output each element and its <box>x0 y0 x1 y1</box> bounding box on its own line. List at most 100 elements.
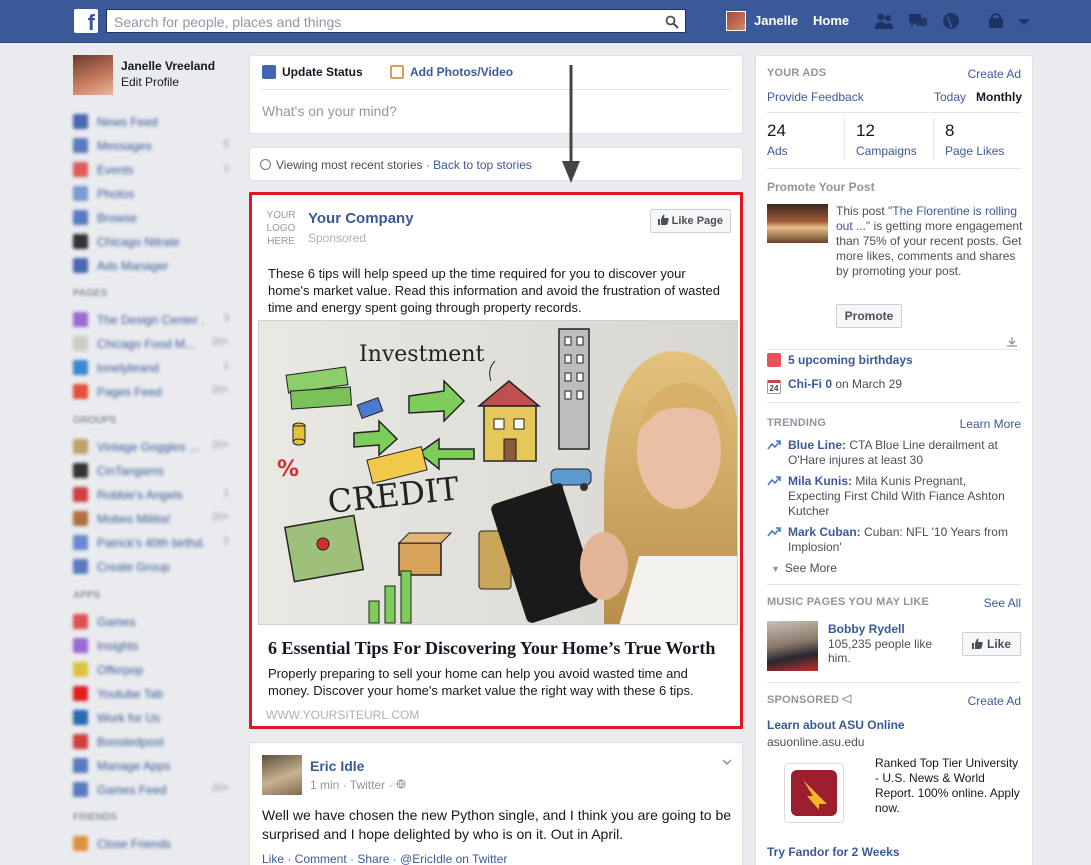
post-author[interactable]: Eric Idle <box>310 758 364 774</box>
ads-label[interactable]: Ads <box>767 144 788 158</box>
facebook-logo[interactable]: f <box>74 9 98 33</box>
sidebar-item[interactable]: Games <box>73 613 233 631</box>
sidebar-item[interactable]: CinTangams <box>73 462 233 480</box>
percent-icon: % <box>277 457 299 482</box>
sidebar-item[interactable]: News Feed <box>73 113 233 131</box>
asu-ad-url[interactable]: asuonline.asu.edu <box>767 735 864 749</box>
sidebar-item[interactable]: Pages Feed 20+ <box>73 383 233 401</box>
sidebar-item-count: 20+ <box>212 783 229 794</box>
clock-icon <box>260 159 271 170</box>
tab-update-status[interactable]: Update Status <box>262 65 363 79</box>
like-page-button[interactable]: Like Page <box>649 209 731 233</box>
sidebar-item[interactable]: lonelybrand 1 <box>73 359 233 377</box>
sidebar-item-icon <box>73 384 88 399</box>
user-avatar[interactable] <box>726 11 746 31</box>
sidebar-item-count: 1 <box>223 163 229 174</box>
sidebar-item[interactable]: Create Group <box>73 558 233 576</box>
profile-link[interactable]: Janelle <box>754 13 798 28</box>
trending-item[interactable]: Mark Cuban: Cuban: NFL '10 Years from Im… <box>767 525 1022 555</box>
privacy-shortcuts-icon[interactable] <box>986 12 1006 30</box>
ad-url[interactable]: WWW.YOURSITEURL.COM <box>266 708 419 722</box>
trending-item[interactable]: Blue Line: CTA Blue Line derailment at O… <box>767 438 1022 468</box>
top-bar: f Search for people, places and things J… <box>0 0 1091 43</box>
page-likes-count: 8 <box>945 121 955 140</box>
sidebar-item-icon <box>73 734 88 749</box>
sidebar-item[interactable]: Chicago Nitrate <box>73 233 233 251</box>
messages-icon[interactable] <box>908 12 928 30</box>
birthdays-row[interactable]: 5 upcoming birthdays <box>767 353 913 367</box>
like-button[interactable]: Like <box>962 632 1021 656</box>
thumbs-up-icon <box>971 638 983 649</box>
sidebar-item[interactable]: Boostedpost <box>73 733 233 751</box>
post-meta-text: 1 min · Twitter · <box>310 778 396 792</box>
sidebar-item-icon <box>73 439 88 454</box>
status-input[interactable]: What's on your mind? <box>262 103 397 119</box>
back-to-top-link[interactable]: Back to top stories <box>433 158 532 172</box>
sidebar-item[interactable]: Chicago Food M... 20+ <box>73 335 233 353</box>
asu-logo[interactable] <box>784 763 844 823</box>
chevron-down-icon[interactable] <box>722 757 732 767</box>
sidebar-item[interactable]: Browse <box>73 209 233 227</box>
learn-more-link[interactable]: Learn More <box>960 417 1021 431</box>
asu-ad-title[interactable]: Learn about ASU Online <box>767 718 905 732</box>
sidebar-item[interactable]: The Design Center ... 3 <box>73 311 233 329</box>
image-text-investment: Investment <box>359 342 484 367</box>
trending-item[interactable]: Mila Kunis: Mila Kunis Pregnant, Expecti… <box>767 474 1022 519</box>
author-avatar[interactable] <box>262 755 302 795</box>
notifications-globe-icon[interactable] <box>941 12 961 30</box>
sidebar-item[interactable]: Robbie's Angels 1 <box>73 486 233 504</box>
sidebar-item[interactable]: Youtube Tab <box>73 685 233 703</box>
provide-feedback-link[interactable]: Provide Feedback <box>767 90 864 104</box>
divider <box>844 118 845 160</box>
sidebar-item[interactable]: Patrick's 40th birthd... 2 <box>73 534 233 552</box>
today-toggle[interactable]: Today <box>934 90 966 104</box>
sidebar-item[interactable]: Close Friends <box>73 835 233 853</box>
sidebar-item[interactable]: Vintage Goggles ... 20+ <box>73 438 233 456</box>
search-input[interactable]: Search for people, places and things <box>106 9 686 33</box>
promote-button[interactable]: Promote <box>836 304 902 328</box>
sidebar-item[interactable]: Messages 5 <box>73 137 233 155</box>
monthly-toggle[interactable]: Monthly <box>976 90 1022 104</box>
sidebar-item[interactable]: Insights <box>73 637 233 655</box>
ad-logo[interactable]: YOUR LOGO HERE <box>265 209 297 248</box>
ad-company-name[interactable]: Your Company <box>308 210 414 227</box>
sidebar-item[interactable]: Ads Manager <box>73 257 233 275</box>
edit-profile-link[interactable]: Edit Profile <box>121 75 179 89</box>
sidebar-item[interactable]: Games Feed 20+ <box>73 781 233 799</box>
sidebar-item[interactable]: Work for Us <box>73 709 233 727</box>
music-page-photo[interactable] <box>767 621 818 671</box>
sidebar-item[interactable]: Mobes Militia! 20+ <box>73 510 233 528</box>
sidebar-item-label: lonelybrand <box>97 361 160 375</box>
sidebar-item-count: 3 <box>223 313 229 324</box>
ad-headline[interactable]: 6 Essential Tips For Discovering Your Ho… <box>268 638 715 659</box>
create-ad-link[interactable]: Create Ad <box>968 67 1021 81</box>
download-icon[interactable] <box>1006 336 1018 348</box>
sidebar-item-icon <box>73 511 88 526</box>
create-ad-link-2[interactable]: Create Ad <box>968 694 1021 708</box>
profile-name[interactable]: Janelle Vreeland <box>121 59 215 73</box>
tab-add-photos[interactable]: Add Photos/Video <box>390 65 513 79</box>
event-row[interactable]: 24 Chi-Fi 0 on March 29 <box>767 377 902 394</box>
see-more-link[interactable]: ▼ See More <box>771 561 837 575</box>
trending-arrow-icon <box>767 476 781 486</box>
sidebar-item[interactable]: Events 1 <box>73 161 233 179</box>
friend-requests-icon[interactable] <box>874 12 894 30</box>
nav-section-heading: PAGES <box>73 288 108 299</box>
fandor-ad-title[interactable]: Try Fandor for 2 Weeks <box>767 845 900 859</box>
home-link[interactable]: Home <box>813 13 849 28</box>
post-actions[interactable]: Like · Comment · Share · @EricIdle on Tw… <box>262 852 507 865</box>
promo-thumbnail[interactable] <box>767 204 828 243</box>
music-page-name[interactable]: Bobby Rydell <box>828 622 905 636</box>
post-text: Well we have chosen the new Python singl… <box>262 807 732 842</box>
search-icon[interactable] <box>665 15 679 29</box>
ad-image[interactable]: Investment CREDIT % <box>258 320 738 625</box>
page-likes-label[interactable]: Page Likes <box>945 144 1004 158</box>
profile-avatar[interactable] <box>73 55 113 95</box>
sidebar-item[interactable]: Manage Apps <box>73 757 233 775</box>
see-all-link[interactable]: See All <box>984 596 1021 610</box>
chevron-down-icon[interactable] <box>1014 12 1034 30</box>
sidebar-item[interactable]: Offerpop <box>73 661 233 679</box>
sidebar-item[interactable]: Photos <box>73 185 233 203</box>
sidebar-item-label: Messages <box>97 139 152 153</box>
campaigns-label[interactable]: Campaigns <box>856 144 917 158</box>
